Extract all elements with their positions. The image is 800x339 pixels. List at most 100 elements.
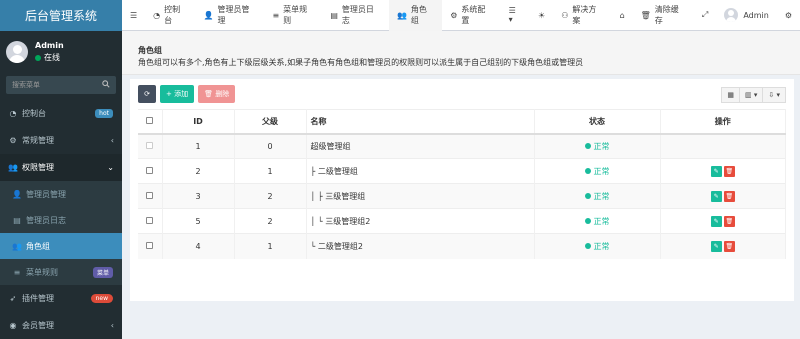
pencil-icon: ✎ (713, 192, 719, 200)
tab-group[interactable]: 👥 角色组 (388, 0, 443, 31)
tab-admin[interactable]: 👤 管理员管理 (196, 0, 265, 31)
group-icon: 👥 (396, 10, 407, 20)
search-input[interactable]: 搜索菜单 (6, 76, 116, 94)
edit-button[interactable]: ✎ (710, 215, 722, 227)
cell-operate: ✎ 🗑 (660, 233, 786, 259)
delete-row-button[interactable]: 🗑 (723, 190, 735, 202)
new-badge: new (90, 294, 113, 303)
refresh-button[interactable]: ⟳ (138, 85, 156, 103)
edit-button[interactable]: ✎ (710, 165, 722, 177)
cell-id: 3 (162, 183, 235, 209)
sidebar-item-general[interactable]: ⚙ 常规管理 ‹ (0, 127, 122, 154)
sidebar-item-addon[interactable]: ➶ 插件管理 new (0, 285, 122, 312)
cell-id: 5 (162, 208, 235, 234)
cell-name: 超级管理组 (306, 133, 535, 159)
user-circle-icon: ◉ (9, 321, 17, 330)
sidebar: 后台管理系统 Admin 在线 搜索菜单 ◔ 控制台 hot ⚙ 常规管理 ‹ … (0, 0, 122, 339)
sidebar-item-member[interactable]: ◉ 会员管理 ‹ (0, 312, 122, 339)
tab-dashboard[interactable]: ◔ 控制台 (145, 0, 195, 31)
add-button[interactable]: + 添加 (160, 85, 195, 103)
search-icon[interactable] (102, 80, 110, 90)
home-button[interactable]: ⌂ (612, 0, 633, 31)
bars-dropdown-icon: ☰ ▾ (508, 6, 516, 24)
cell-operate (660, 133, 786, 159)
sidebar-item-auth[interactable]: 👥 权限管理 ⌄ (0, 154, 122, 181)
download-icon: ⇩ ▾ (768, 91, 780, 99)
trash-icon: 🗑 (725, 192, 734, 200)
role-group-table: ID 父级 名称 状态 操作 1 0 超级管理组 正常 2 1 ├ 二级管理组 正常 ✎ 🗑 3 2 │… (138, 109, 786, 259)
bars-icon: ≡ (272, 10, 280, 20)
cell-parent: 2 (234, 183, 307, 209)
tabs-menu-button[interactable]: ☰ ▾ (501, 0, 530, 31)
cell-status: 正常 (534, 133, 661, 159)
user-status: 在线 (35, 52, 64, 64)
row-checkbox[interactable] (138, 208, 163, 234)
cell-id: 1 (162, 133, 235, 159)
cell-operate: ✎ 🗑 (660, 208, 786, 234)
table-tools: ▦ ▥ ▾ ⇩ ▾ (721, 87, 786, 103)
column-header-parent[interactable]: 父级 (234, 109, 307, 135)
table-row[interactable]: 5 2 │ └ 三级管理组2 正常 ✎ 🗑 (138, 208, 786, 234)
online-dot-icon (35, 54, 41, 61)
trash-icon: 🗑 (725, 242, 734, 250)
delete-row-button[interactable]: 🗑 (723, 215, 735, 227)
table-header-row: ID 父级 名称 状态 操作 (138, 109, 786, 135)
edit-button[interactable]: ✎ (710, 240, 722, 252)
cell-parent: 1 (234, 233, 307, 259)
tab-adminlog[interactable]: ▤ 管理员日志 (322, 0, 389, 31)
column-header-id[interactable]: ID (162, 109, 235, 135)
tab-rule[interactable]: ≡ 菜单规则 (264, 0, 322, 31)
cell-parent: 2 (234, 208, 307, 234)
row-checkbox[interactable] (138, 183, 163, 209)
refresh-icon: ⟳ (144, 90, 150, 98)
list-alt-icon: ▤ (13, 215, 21, 225)
avatar (6, 40, 28, 63)
fullscreen-button[interactable]: ⤢ (694, 0, 716, 31)
sidebar-item-dashboard[interactable]: ◔ 控制台 hot (0, 100, 122, 127)
sidebar-item-admin[interactable]: 👤 管理员管理 (0, 181, 122, 207)
page-description: 角色组可以有多个,角色有上下级层级关系,如果子角色有角色组和管理员的权限则可以派… (138, 58, 584, 67)
app-logo[interactable]: 后台管理系统 (0, 0, 122, 31)
pencil-icon: ✎ (713, 242, 719, 250)
sidebar-item-adminlog[interactable]: ▤ 管理员日志 (0, 207, 122, 233)
table-row[interactable]: 2 1 ├ 二级管理组 正常 ✎ 🗑 (138, 158, 786, 184)
row-checkbox[interactable] (138, 158, 163, 184)
clear-cache-button[interactable]: 🗑 清除缓存 (633, 0, 694, 31)
cell-parent: 1 (234, 158, 307, 184)
delete-row-button[interactable]: 🗑 (723, 165, 735, 177)
edit-button[interactable]: ✎ (710, 190, 722, 202)
sidebar-item-rule[interactable]: ≡ 菜单规则 菜单 (0, 259, 122, 285)
cell-status: 正常 (534, 233, 661, 259)
sidebar-toggle-button[interactable]: ☰ (122, 0, 145, 31)
menu-badge: 菜单 (92, 266, 113, 278)
select-all-checkbox[interactable] (138, 109, 163, 135)
status-dot-icon (584, 193, 591, 199)
toggle-view-button[interactable]: ▦ (721, 87, 741, 103)
column-header-status[interactable]: 状态 (534, 109, 661, 135)
status-dot-icon (584, 168, 591, 174)
top-navbar: ☰ ◔ 控制台 👤 管理员管理 ≡ 菜单规则 ▤ 管理员日志 👥 角色组 ⚙ 系统配置 ☰ … (122, 0, 800, 31)
page-title: 角色组 (138, 46, 162, 55)
page-header: 角色组 角色组可以有多个,角色有上下级层级关系,如果子角色有角色组和管理员的权限… (122, 31, 800, 75)
pencil-icon: ✎ (713, 217, 719, 225)
theme-toggle-button[interactable]: ☀ (530, 0, 553, 31)
cell-status: 正常 (534, 183, 661, 209)
delete-row-button[interactable]: 🗑 (723, 240, 735, 252)
delete-button[interactable]: 🗑 删除 (198, 85, 236, 103)
table-row[interactable]: 4 1 └ 二级管理组2 正常 ✎ 🗑 (138, 233, 786, 259)
dashboard-icon: ◔ (9, 109, 17, 118)
solution-link[interactable]: ⚇ 解决方案 (553, 0, 611, 31)
tab-config[interactable]: ⚙ 系统配置 (442, 0, 500, 31)
settings-button[interactable]: ⚙ (777, 0, 800, 31)
sidebar-item-group[interactable]: 👥 角色组 (0, 233, 122, 259)
user-menu[interactable]: Admin (716, 0, 777, 31)
table-row[interactable]: 3 2 │ ├ 三级管理组 正常 ✎ 🗑 (138, 183, 786, 209)
columns-button[interactable]: ▥ ▾ (739, 87, 764, 103)
cogs-icon: ⚙ (9, 136, 17, 145)
gear-icon: ⚙ (784, 10, 792, 20)
row-checkbox[interactable] (138, 233, 163, 259)
table-row[interactable]: 1 0 超级管理组 正常 (138, 133, 786, 159)
column-header-name[interactable]: 名称 (306, 109, 535, 135)
cell-status: 正常 (534, 158, 661, 184)
export-button[interactable]: ⇩ ▾ (762, 87, 786, 103)
